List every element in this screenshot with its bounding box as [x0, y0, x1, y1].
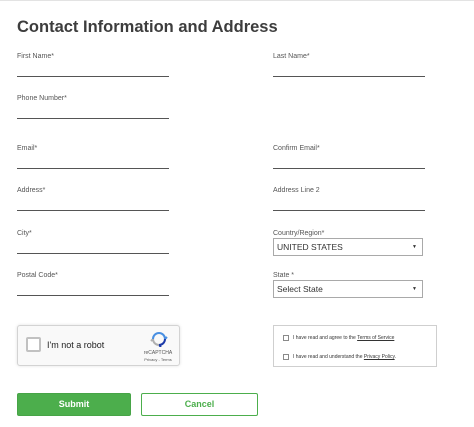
confirm-email-label: Confirm Email*: [273, 145, 320, 152]
privacy-checkbox[interactable]: [283, 353, 289, 360]
chevron-down-icon: ▼: [412, 286, 417, 292]
address-field[interactable]: Address*: [17, 186, 169, 211]
recaptcha-links[interactable]: Privacy - Terms: [136, 357, 180, 362]
email-field[interactable]: Email*: [17, 144, 169, 169]
privacy-link[interactable]: Privacy Policy: [364, 354, 395, 360]
last-name-field[interactable]: Last Name*: [273, 52, 425, 77]
recaptcha-widget: I'm not a robot reCAPTCHA Privacy - Term…: [17, 325, 180, 366]
terms-row: I have read and agree to the Terms of Se…: [283, 334, 394, 343]
terms-link[interactable]: Terms of Service: [357, 335, 394, 341]
page-title: Contact Information and Address: [17, 18, 278, 36]
country-select[interactable]: UNITED STATES ▼: [273, 238, 423, 256]
city-label: City*: [17, 230, 32, 237]
phone-input[interactable]: [17, 118, 169, 119]
chevron-down-icon: ▼: [412, 244, 417, 250]
email-label: Email*: [17, 145, 38, 152]
recaptcha-brand: reCAPTCHA: [143, 350, 173, 356]
postal-field[interactable]: Postal Code*: [17, 271, 169, 296]
postal-input[interactable]: [17, 295, 169, 296]
email-input[interactable]: [17, 168, 169, 169]
terms-text: I have read and agree to the: [293, 335, 358, 341]
cancel-button[interactable]: Cancel: [141, 393, 258, 416]
country-field: Country/Region*: [273, 229, 425, 238]
top-divider: [0, 0, 474, 1]
recaptcha-label: I'm not a robot: [47, 340, 105, 350]
address2-input[interactable]: [273, 210, 425, 211]
terms-checkbox[interactable]: [283, 334, 289, 341]
state-label: State *: [273, 272, 295, 279]
state-select-value: Select State: [277, 284, 323, 294]
consent-box: I have read and agree to the Terms of Se…: [273, 325, 437, 367]
address-input[interactable]: [17, 210, 169, 211]
phone-label: Phone Number*: [17, 95, 67, 102]
first-name-input[interactable]: [17, 76, 169, 77]
privacy-period: .: [394, 354, 397, 360]
confirm-email-field[interactable]: Confirm Email*: [273, 144, 425, 169]
last-name-input[interactable]: [273, 76, 425, 77]
first-name-field[interactable]: First Name*: [17, 52, 169, 77]
city-input[interactable]: [17, 253, 169, 254]
city-field[interactable]: City*: [17, 229, 169, 254]
submit-button[interactable]: Submit: [17, 393, 131, 416]
country-label: Country/Region*: [273, 230, 325, 237]
recaptcha-logo-icon: [150, 332, 168, 347]
address2-field[interactable]: Address Line 2: [273, 186, 425, 211]
last-name-label: Last Name*: [273, 53, 310, 60]
state-field: State *: [273, 271, 425, 280]
state-select[interactable]: Select State ▼: [273, 280, 423, 298]
address-label: Address*: [17, 187, 46, 194]
recaptcha-checkbox[interactable]: [26, 337, 41, 352]
postal-label: Postal Code*: [17, 272, 58, 279]
address2-label: Address Line 2: [273, 187, 320, 194]
first-name-label: First Name*: [17, 53, 54, 60]
country-select-value: UNITED STATES: [277, 242, 343, 252]
confirm-email-input[interactable]: [273, 168, 425, 169]
privacy-row: I have read and understand the Privacy P…: [283, 353, 396, 362]
privacy-text: I have read and understand the: [293, 354, 364, 360]
phone-field[interactable]: Phone Number*: [17, 94, 169, 119]
